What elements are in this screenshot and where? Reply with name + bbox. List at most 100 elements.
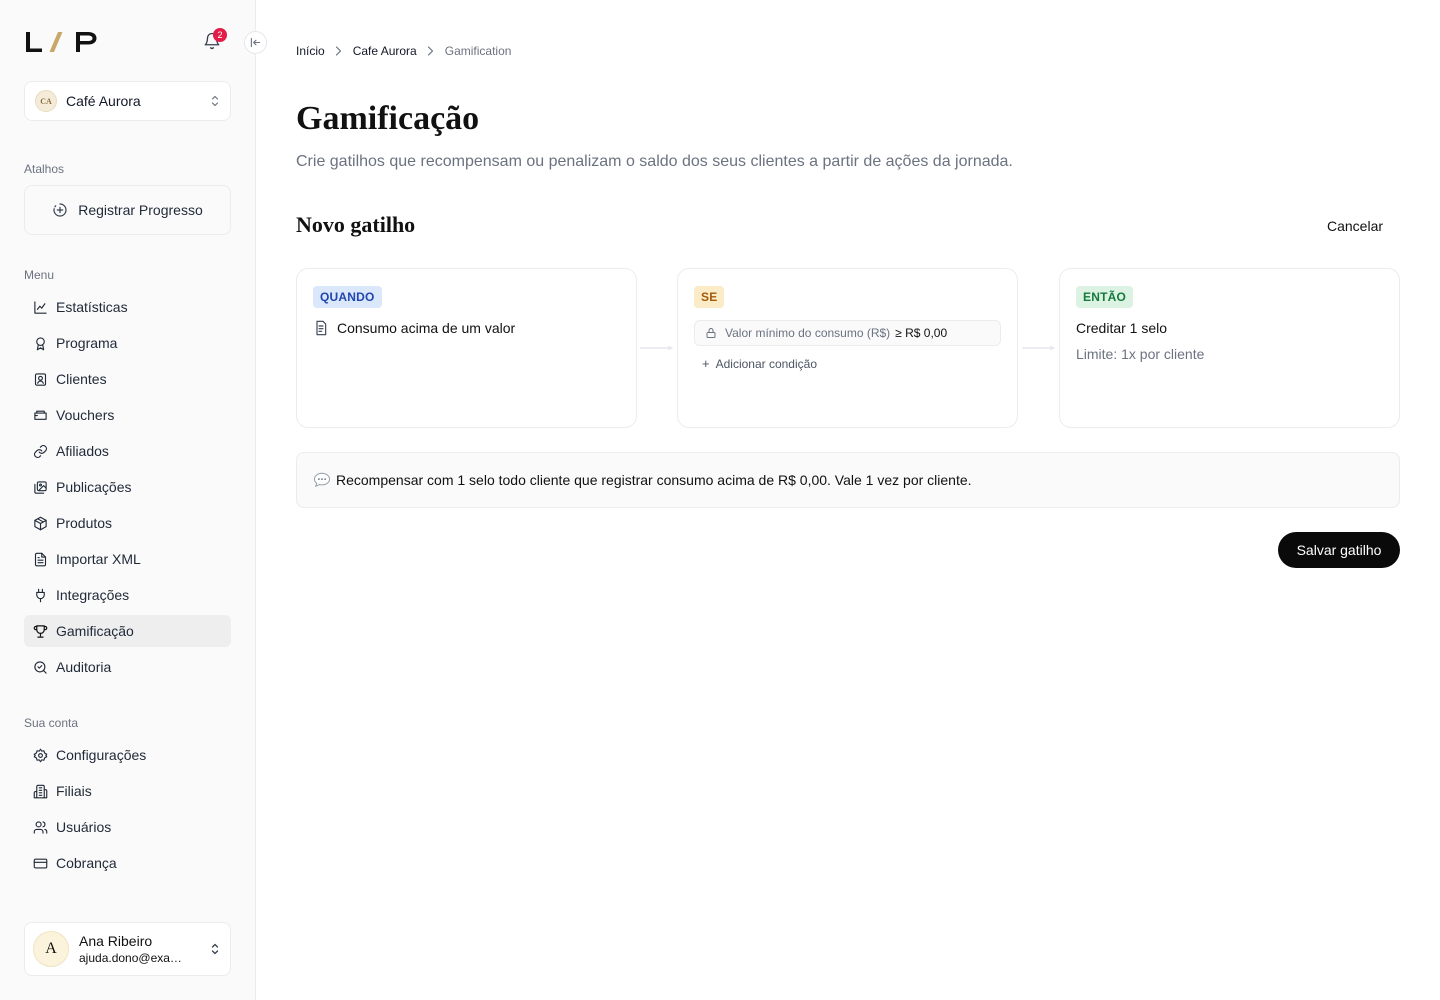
when-event[interactable]: Consumo acima de um valor	[313, 320, 620, 336]
breadcrumb: Início Cafe Aurora Gamification	[296, 44, 511, 58]
organization-avatar: CA	[35, 90, 57, 112]
sidebar-item-label: Gamificação	[56, 623, 134, 639]
sidebar-item-label: Integrações	[56, 587, 130, 603]
chevron-up-down-icon	[211, 95, 219, 107]
sidebar-item-integracoes[interactable]: Integrações	[24, 579, 231, 611]
new-trigger-title: Novo gatilho	[296, 212, 416, 237]
link-icon	[32, 443, 48, 459]
sidebar-item-gamificacao[interactable]: Gamificação	[24, 615, 231, 647]
when-tag: QUANDO	[313, 286, 382, 308]
then-tag: ENTÃO	[1076, 286, 1133, 308]
then-action[interactable]: Creditar 1 selo	[1076, 320, 1383, 336]
when-card: QUANDO Consumo acima de um valor	[296, 268, 637, 428]
chevron-right-icon	[335, 46, 343, 56]
sidebar-item-afiliados[interactable]: Afiliados	[24, 435, 231, 467]
breadcrumb-item-current: Gamification	[444, 44, 512, 58]
breadcrumb-item-home[interactable]: Início	[296, 44, 325, 58]
sidebar-item-label: Importar XML	[56, 551, 141, 567]
sidebar-item-label: Cobrança	[56, 855, 117, 871]
register-progress-label: Registrar Progresso	[78, 202, 203, 218]
sidebar-item-label: Estatísticas	[56, 299, 128, 315]
logo-mark	[26, 32, 97, 52]
summary-text: Recompensar com 1 selo todo cliente que …	[336, 472, 972, 488]
contact-card-icon	[32, 371, 48, 387]
trophy-icon	[32, 623, 48, 639]
user-name: Ana Ribeiro	[79, 933, 153, 949]
avatar: A	[33, 931, 69, 967]
building-icon	[32, 783, 48, 799]
receipt-icon	[316, 320, 327, 336]
organization-switcher[interactable]: CA Café Aurora	[24, 81, 231, 121]
sidebar-item-label: Configurações	[56, 747, 147, 763]
sidebar-item-label: Publicações	[56, 479, 132, 495]
sidebar-item-label: Filiais	[56, 783, 92, 799]
account-menu: Configurações Filiais Usuários Cobrança	[24, 739, 231, 883]
sidebar-item-cobranca[interactable]: Cobrança	[24, 847, 231, 879]
page-title: Gamificação	[296, 100, 480, 137]
sidebar-item-usuarios[interactable]: Usuários	[24, 811, 231, 843]
breadcrumb-item-organization[interactable]: Cafe Aurora	[353, 44, 417, 58]
sidebar-item-label: Programa	[56, 335, 118, 351]
flow-arrow-icon	[1022, 346, 1056, 350]
if-tag: SE	[694, 286, 725, 308]
user-email: ajuda.dono@example.com	[79, 951, 191, 965]
condition-field[interactable]: Valor mínimo do consumo (R$) ≥ R$ 0,00	[694, 320, 1001, 346]
sidebar-item-estatisticas[interactable]: Estatísticas	[24, 291, 231, 323]
images-icon	[32, 479, 48, 495]
collapse-left-icon	[250, 37, 261, 48]
sidebar-item-label: Clientes	[56, 371, 107, 387]
collapse-sidebar-button[interactable]	[244, 31, 267, 54]
condition-value: ≥ R$ 0,00	[895, 326, 948, 340]
page-subtitle: Crie gatilhos que recompensam ou penaliz…	[296, 153, 1013, 170]
menu-section-label: Menu	[24, 268, 55, 282]
sidebar-item-label: Vouchers	[56, 407, 115, 423]
ticket-icon	[32, 407, 48, 423]
sidebar-item-clientes[interactable]: Clientes	[24, 363, 231, 395]
speech-bubble-icon	[313, 472, 331, 488]
main-menu: Estatísticas Programa Clientes Vouchers …	[24, 291, 231, 687]
chevron-right-icon	[427, 46, 435, 56]
flow-arrow-icon	[640, 346, 674, 350]
shortcuts-section-label: Atalhos	[24, 162, 65, 176]
save-trigger-button[interactable]: Salvar gatilho	[1278, 532, 1400, 568]
add-condition-button[interactable]: + Adicionar condição	[702, 356, 1001, 371]
plug-icon	[32, 587, 48, 603]
organization-name: Café Aurora	[66, 93, 141, 109]
sidebar-item-filiais[interactable]: Filiais	[24, 775, 231, 807]
sidebar-item-auditoria[interactable]: Auditoria	[24, 651, 231, 683]
sidebar-item-configuracoes[interactable]: Configurações	[24, 739, 231, 771]
users-icon	[32, 819, 48, 835]
sidebar-item-label: Afiliados	[56, 443, 109, 459]
sidebar: 2 CA Café Aurora Atalhos Registrar Progr…	[0, 0, 256, 1000]
chart-line-icon	[32, 299, 48, 315]
when-event-label: Consumo acima de um valor	[337, 320, 516, 336]
sidebar-item-produtos[interactable]: Produtos	[24, 507, 231, 539]
then-limit: Limite: 1x por cliente	[1076, 346, 1205, 362]
chevron-up-down-icon	[211, 943, 219, 955]
gear-icon	[32, 747, 48, 763]
sidebar-item-vouchers[interactable]: Vouchers	[24, 399, 231, 431]
account-section-label: Sua conta	[24, 716, 79, 730]
logo[interactable]	[24, 30, 98, 54]
notifications-count-badge: 2	[213, 28, 227, 42]
sidebar-item-programa[interactable]: Programa	[24, 327, 231, 359]
sidebar-item-label: Usuários	[56, 819, 112, 835]
credit-card-icon	[32, 855, 48, 871]
lock-icon	[706, 328, 716, 338]
file-text-icon	[32, 551, 48, 567]
cancel-button[interactable]: Cancelar	[1310, 212, 1400, 240]
user-menu[interactable]: A Ana Ribeiro ajuda.dono@example.com	[24, 922, 231, 976]
if-card: SE Valor mínimo do consumo (R$) ≥ R$ 0,0…	[677, 268, 1018, 428]
package-icon	[32, 515, 48, 531]
sidebar-item-publicacoes[interactable]: Publicações	[24, 471, 231, 503]
condition-label: Valor mínimo do consumo (R$)	[725, 326, 891, 340]
sidebar-item-label: Produtos	[56, 515, 113, 531]
user-info: Ana Ribeiro ajuda.dono@example.com	[79, 932, 210, 966]
sidebar-item-label: Auditoria	[56, 659, 112, 675]
register-progress-icon	[53, 203, 67, 217]
register-progress-button[interactable]: Registrar Progresso	[24, 185, 231, 235]
plus-icon: +	[702, 356, 710, 371]
award-icon	[32, 335, 48, 351]
search-check-icon	[32, 659, 48, 675]
sidebar-item-importar-xml[interactable]: Importar XML	[24, 543, 231, 575]
